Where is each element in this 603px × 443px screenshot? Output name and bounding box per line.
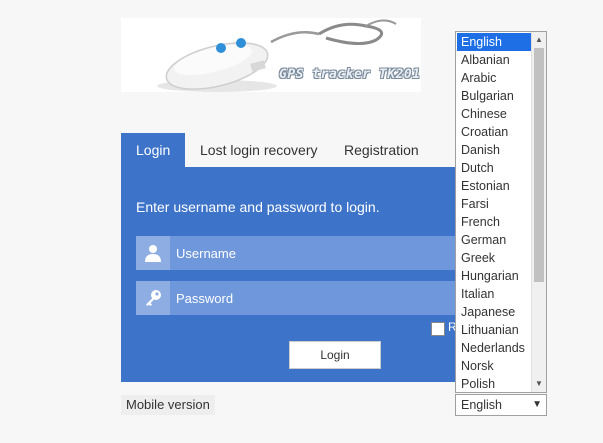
language-select-value: English <box>461 398 502 412</box>
tab-registration[interactable]: Registration <box>329 133 434 167</box>
language-option[interactable]: English <box>457 33 535 51</box>
language-option[interactable]: Danish <box>457 141 535 159</box>
language-option[interactable]: Norsk <box>457 357 535 375</box>
language-option[interactable]: Croatian <box>457 123 535 141</box>
username-input[interactable] <box>176 236 456 270</box>
scroll-down-arrow-icon[interactable]: ▼ <box>532 377 546 391</box>
login-button[interactable]: Login <box>289 341 381 369</box>
login-panel: Enter username and password to login. R … <box>121 167 461 382</box>
language-option[interactable]: Farsi <box>457 195 535 213</box>
chevron-down-icon[interactable]: ▼ <box>532 395 542 415</box>
language-option[interactable]: Greek <box>457 249 535 267</box>
scrollbar-thumb[interactable] <box>534 48 544 282</box>
language-option[interactable]: Estonian <box>457 177 535 195</box>
scroll-up-arrow-icon[interactable]: ▲ <box>532 33 546 47</box>
language-option[interactable]: Italian <box>457 285 535 303</box>
language-option[interactable]: Bulgarian <box>457 87 535 105</box>
login-tabs: Login Lost login recovery Registration <box>121 133 461 167</box>
language-option[interactable]: Arabic <box>457 69 535 87</box>
password-input[interactable] <box>176 281 456 315</box>
language-dropdown-list[interactable]: English Albanian Arabic Bulgarian Chines… <box>455 31 547 393</box>
language-option[interactable]: French <box>457 213 535 231</box>
language-list-scrollbar[interactable]: ▲ ▼ <box>531 32 546 392</box>
language-option[interactable]: Polish <box>457 375 535 392</box>
login-intro-text: Enter username and password to login. <box>136 199 380 215</box>
language-option[interactable]: Hungarian <box>457 267 535 285</box>
language-option[interactable]: Japanese <box>457 303 535 321</box>
username-field <box>136 236 461 270</box>
password-field <box>136 281 461 315</box>
tab-login[interactable]: Login <box>121 133 186 167</box>
language-option[interactable]: Chinese <box>457 105 535 123</box>
language-option[interactable]: German <box>457 231 535 249</box>
remember-me-checkbox[interactable] <box>431 322 445 336</box>
language-option[interactable]: Dutch <box>457 159 535 177</box>
product-banner: GPS tracker TK201 <box>121 18 421 92</box>
language-option[interactable]: Albanian <box>457 51 535 69</box>
key-icon <box>136 281 170 315</box>
language-select[interactable]: English ▼ <box>455 394 547 416</box>
tab-lost-login-recovery[interactable]: Lost login recovery <box>185 133 333 167</box>
language-option[interactable]: Lithuanian <box>457 321 535 339</box>
mobile-version-link[interactable]: Mobile version <box>121 395 215 415</box>
banner-caption: GPS tracker TK201 <box>279 67 421 82</box>
language-option[interactable]: Nederlands <box>457 339 535 357</box>
user-icon <box>136 236 170 270</box>
